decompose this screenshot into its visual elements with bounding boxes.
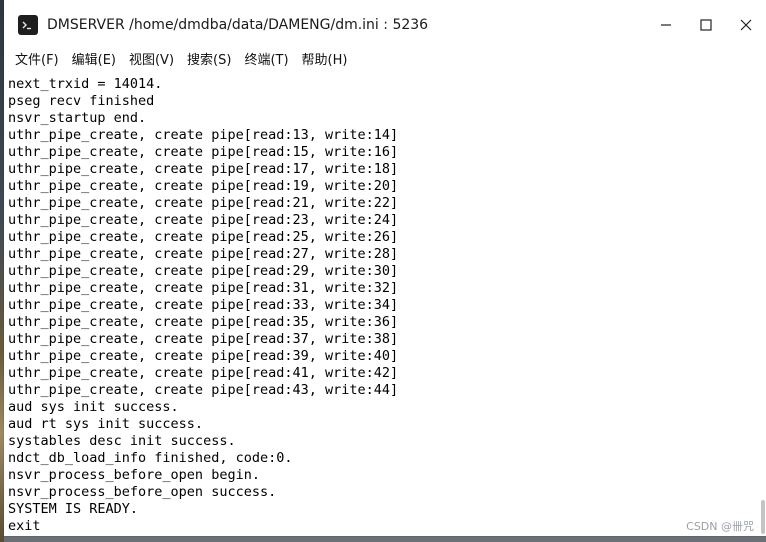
terminal-line: uthr_pipe_create, create pipe[read:29, w… (8, 263, 399, 279)
terminal-line: nsvr_startup end. (8, 110, 147, 126)
terminal-line: ndct_db_load_info finished, code:0. (8, 450, 293, 466)
menu-edit[interactable]: 编辑(E) (68, 50, 123, 72)
terminal-line: uthr_pipe_create, create pipe[read:39, w… (8, 348, 399, 364)
terminal-line: nsvr_process_before_open begin. (8, 467, 260, 483)
close-icon (740, 19, 752, 31)
terminal-line: uthr_pipe_create, create pipe[read:43, w… (8, 382, 399, 398)
terminal-line: uthr_pipe_create, create pipe[read:23, w… (8, 212, 399, 228)
title-bar[interactable]: DMSERVER /home/dmdba/data/DAMENG/dm.ini … (4, 0, 766, 50)
terminal-line: aud sys init success. (8, 399, 179, 415)
terminal-line: uthr_pipe_create, create pipe[read:31, w… (8, 280, 399, 296)
vertical-scrollbar[interactable] (760, 75, 766, 536)
terminal-line: uthr_pipe_create, create pipe[read:21, w… (8, 195, 399, 211)
terminal-line: nsvr_process_before_open success. (8, 484, 277, 500)
minimize-button[interactable] (646, 0, 686, 50)
maximize-button[interactable] (686, 0, 726, 50)
terminal-icon (18, 15, 38, 35)
terminal-lines: next_trxid = 14014. pseg recv finished nsv… (4, 75, 766, 535)
close-button[interactable] (726, 0, 766, 50)
maximize-icon (700, 19, 712, 31)
minimize-icon (661, 24, 671, 26)
terminal-line: SYSTEM IS READY. (8, 501, 139, 517)
terminal-window: DMSERVER /home/dmdba/data/DAMENG/dm.ini … (4, 0, 766, 536)
terminal-line: uthr_pipe_create, create pipe[read:15, w… (8, 144, 399, 160)
menu-file[interactable]: 文件(F) (11, 50, 66, 72)
scrollbar-thumb[interactable] (761, 500, 765, 534)
terminal-line: uthr_pipe_create, create pipe[read:41, w… (8, 365, 399, 381)
terminal-line: uthr_pipe_create, create pipe[read:25, w… (8, 229, 399, 245)
menu-terminal[interactable]: 终端(T) (240, 50, 295, 72)
watermark: CSDN @卌咒 (686, 520, 754, 533)
terminal-line: pseg recv finished (8, 93, 155, 109)
menu-view[interactable]: 视图(V) (125, 50, 181, 72)
menu-bar: 文件(F) 编辑(E) 视图(V) 搜索(S) 终端(T) 帮助(H) (4, 50, 766, 72)
menu-help[interactable]: 帮助(H) (298, 50, 355, 72)
menu-search[interactable]: 搜索(S) (183, 50, 238, 72)
terminal-line: uthr_pipe_create, create pipe[read:35, w… (8, 314, 399, 330)
terminal-line: aud rt sys init success. (8, 416, 204, 432)
terminal-line: uthr_pipe_create, create pipe[read:17, w… (8, 161, 399, 177)
terminal-line: systables desc init success. (8, 433, 236, 449)
terminal-line: uthr_pipe_create, create pipe[read:37, w… (8, 331, 399, 347)
terminal-line: uthr_pipe_create, create pipe[read:13, w… (8, 127, 399, 143)
terminal-line: exit (8, 518, 41, 534)
terminal-line: next_trxid = 14014. (8, 76, 163, 92)
terminal-line: uthr_pipe_create, create pipe[read:33, w… (8, 297, 399, 313)
window-controls (646, 0, 766, 50)
terminal-line: uthr_pipe_create, create pipe[read:19, w… (8, 178, 399, 194)
terminal-line: uthr_pipe_create, create pipe[read:27, w… (8, 246, 399, 262)
window-title: DMSERVER /home/dmdba/data/DAMENG/dm.ini … (47, 17, 429, 33)
terminal-output[interactable]: next_trxid = 14014. pseg recv finished nsv… (4, 75, 766, 536)
